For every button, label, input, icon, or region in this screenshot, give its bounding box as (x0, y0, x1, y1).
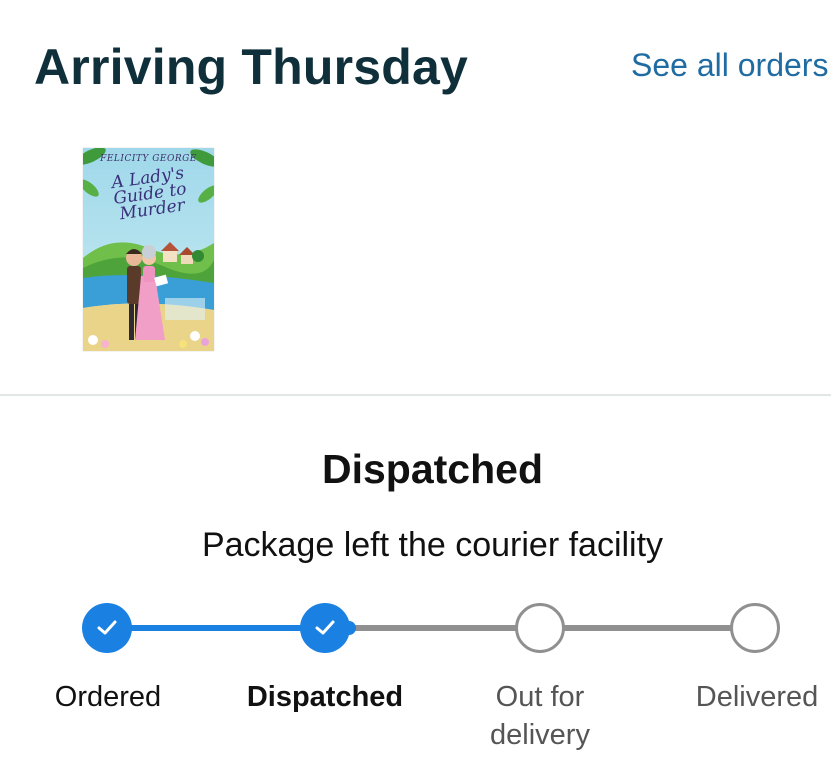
step-label-dispatched: Dispatched (246, 681, 404, 713)
step-dispatched-circle (300, 603, 350, 653)
progress-tracker (0, 598, 831, 660)
step-label-out-for-delivery: Out for delivery (470, 678, 610, 754)
step-label-out-for-delivery-line2: delivery (490, 719, 590, 751)
step-label-delivered: Delivered (695, 681, 819, 713)
step-delivered-circle (730, 603, 780, 653)
step-ordered-circle (82, 603, 132, 653)
step-label-out-for-delivery-line1: Out for (495, 681, 585, 713)
shipment-status: Dispatched (322, 446, 543, 492)
checkmark-icon (315, 620, 335, 635)
page-title: Arriving Thursday (34, 39, 469, 95)
progress-line-complete (107, 625, 325, 631)
step-label-ordered: Ordered (54, 681, 162, 713)
book-cover-image (83, 148, 214, 351)
section-divider (0, 394, 831, 396)
shipment-detail: Package left the courier facility (201, 526, 664, 564)
product-thumbnail[interactable]: FELICITY GEORGE A Lady's Guide to Murder (83, 148, 214, 351)
checkmark-icon (97, 620, 117, 635)
see-all-orders-link[interactable]: See all orders (631, 47, 828, 84)
step-out-for-delivery-circle (515, 603, 565, 653)
